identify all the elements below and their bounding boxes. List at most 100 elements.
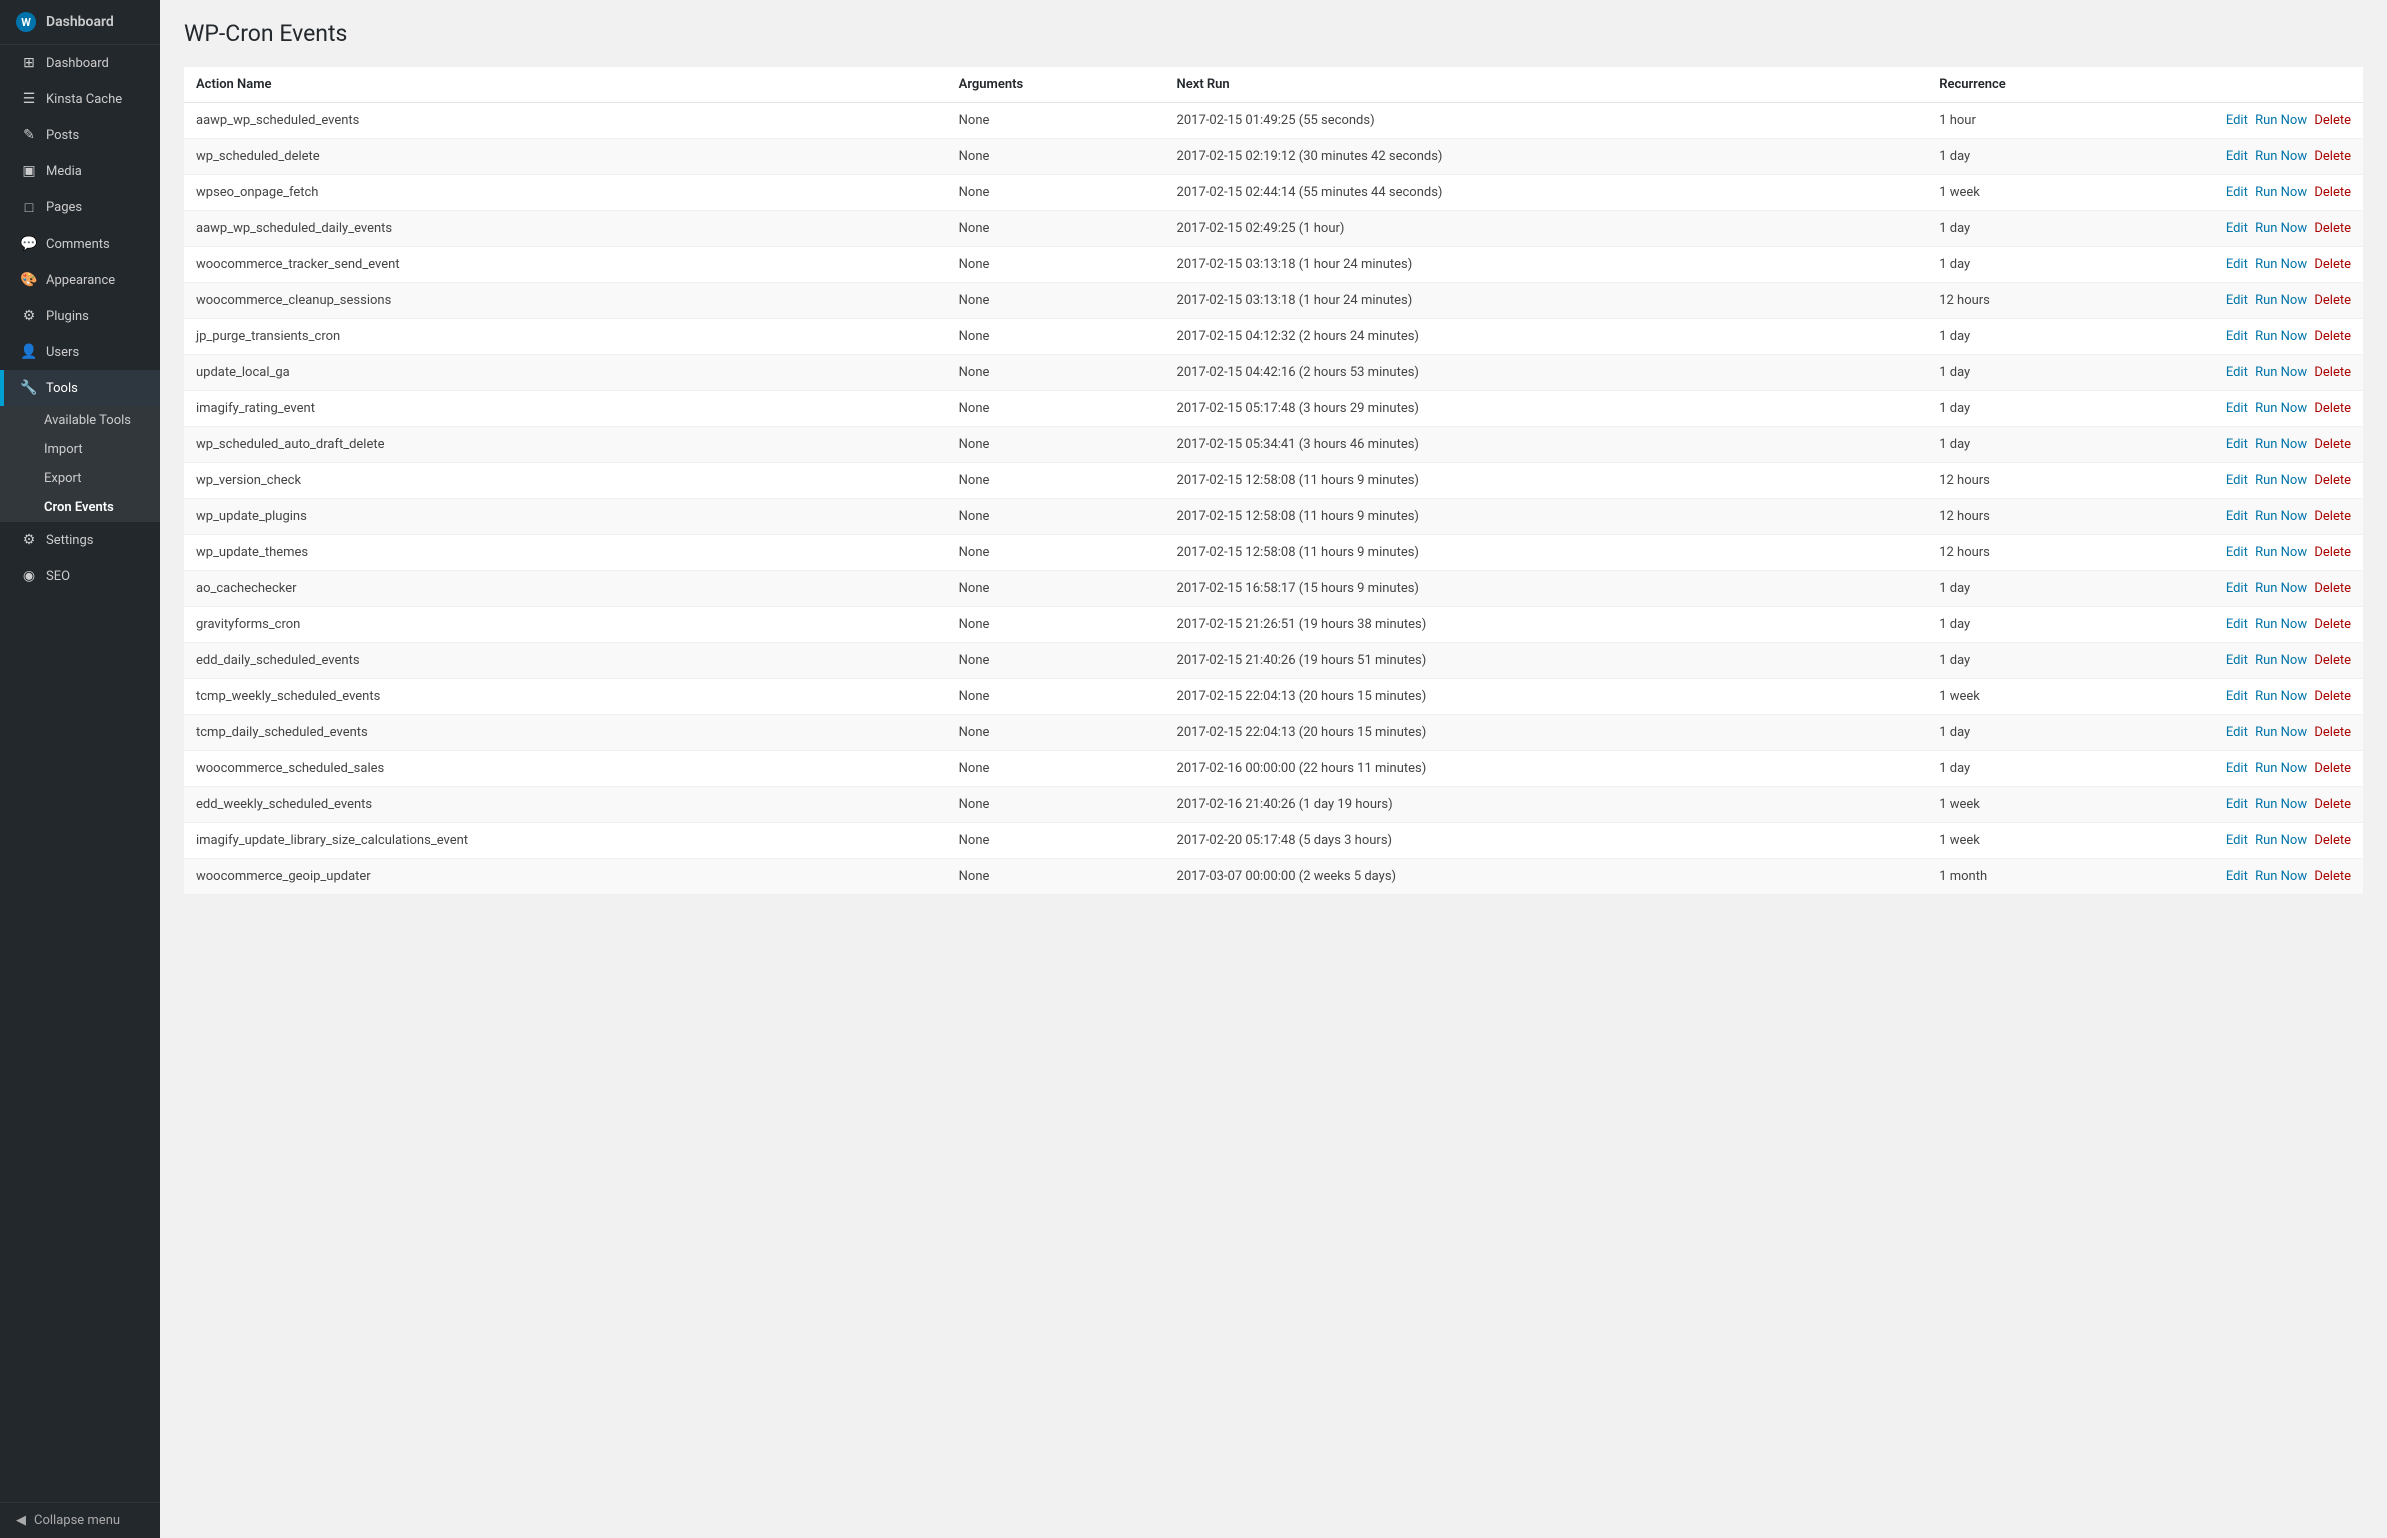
run-now-link[interactable]: Run Now xyxy=(2255,221,2307,236)
run-now-link[interactable]: Run Now xyxy=(2255,509,2307,524)
cell-recurrence: 1 day xyxy=(1927,427,2188,463)
delete-link[interactable]: Delete xyxy=(2314,221,2351,236)
run-now-link[interactable]: Run Now xyxy=(2255,329,2307,344)
cell-next-run: 2017-02-15 12:58:08 (11 hours 9 minutes) xyxy=(1165,535,1928,571)
run-now-link[interactable]: Run Now xyxy=(2255,293,2307,308)
delete-link[interactable]: Delete xyxy=(2314,833,2351,848)
edit-link[interactable]: Edit xyxy=(2226,329,2248,344)
delete-link[interactable]: Delete xyxy=(2314,725,2351,740)
run-now-link[interactable]: Run Now xyxy=(2255,545,2307,560)
submenu-import[interactable]: Import xyxy=(0,435,160,464)
sidebar-item-appearance[interactable]: 🎨 Appearance xyxy=(0,262,160,298)
delete-link[interactable]: Delete xyxy=(2314,653,2351,668)
sidebar-item-plugins[interactable]: ⚙ Plugins xyxy=(0,298,160,334)
sidebar-item-comments[interactable]: 💬 Comments xyxy=(0,226,160,262)
submenu-available-tools[interactable]: Available Tools xyxy=(0,406,160,435)
sidebar-nav: ⊞ Dashboard ☰ Kinsta Cache ✎ Posts ▣ Med… xyxy=(0,45,160,1502)
edit-link[interactable]: Edit xyxy=(2226,257,2248,272)
run-now-link[interactable]: Run Now xyxy=(2255,797,2307,812)
delete-link[interactable]: Delete xyxy=(2314,473,2351,488)
edit-link[interactable]: Edit xyxy=(2226,617,2248,632)
delete-link[interactable]: Delete xyxy=(2314,617,2351,632)
edit-link[interactable]: Edit xyxy=(2226,653,2248,668)
cell-recurrence: 12 hours xyxy=(1927,463,2188,499)
edit-link[interactable]: Edit xyxy=(2226,725,2248,740)
run-now-link[interactable]: Run Now xyxy=(2255,113,2307,128)
edit-link[interactable]: Edit xyxy=(2226,401,2248,416)
edit-link[interactable]: Edit xyxy=(2226,581,2248,596)
edit-link[interactable]: Edit xyxy=(2226,509,2248,524)
cell-row-actions: Edit Run Now Delete xyxy=(2189,715,2363,751)
edit-link[interactable]: Edit xyxy=(2226,113,2248,128)
run-now-link[interactable]: Run Now xyxy=(2255,869,2307,884)
sidebar-item-dashboard[interactable]: ⊞ Dashboard xyxy=(0,45,160,81)
delete-link[interactable]: Delete xyxy=(2314,149,2351,164)
edit-link[interactable]: Edit xyxy=(2226,545,2248,560)
run-now-link[interactable]: Run Now xyxy=(2255,401,2307,416)
edit-link[interactable]: Edit xyxy=(2226,221,2248,236)
cell-next-run: 2017-02-15 04:12:32 (2 hours 24 minutes) xyxy=(1165,319,1928,355)
delete-link[interactable]: Delete xyxy=(2314,437,2351,452)
collapse-menu-button[interactable]: ◀ Collapse menu xyxy=(0,1502,160,1538)
edit-link[interactable]: Edit xyxy=(2226,761,2248,776)
run-now-link[interactable]: Run Now xyxy=(2255,185,2307,200)
run-now-link[interactable]: Run Now xyxy=(2255,761,2307,776)
delete-link[interactable]: Delete xyxy=(2314,365,2351,380)
sidebar-item-kinsta-cache[interactable]: ☰ Kinsta Cache xyxy=(0,81,160,117)
submenu-export[interactable]: Export xyxy=(0,464,160,493)
table-row: edd_daily_scheduled_events None 2017-02-… xyxy=(184,643,2363,679)
delete-link[interactable]: Delete xyxy=(2314,761,2351,776)
run-now-link[interactable]: Run Now xyxy=(2255,149,2307,164)
edit-link[interactable]: Edit xyxy=(2226,689,2248,704)
col-header-action-name: Action Name xyxy=(184,67,947,103)
edit-link[interactable]: Edit xyxy=(2226,437,2248,452)
run-now-link[interactable]: Run Now xyxy=(2255,725,2307,740)
delete-link[interactable]: Delete xyxy=(2314,509,2351,524)
delete-link[interactable]: Delete xyxy=(2314,797,2351,812)
cell-next-run: 2017-02-20 05:17:48 (5 days 3 hours) xyxy=(1165,823,1928,859)
run-now-link[interactable]: Run Now xyxy=(2255,365,2307,380)
edit-link[interactable]: Edit xyxy=(2226,797,2248,812)
edit-link[interactable]: Edit xyxy=(2226,833,2248,848)
run-now-link[interactable]: Run Now xyxy=(2255,653,2307,668)
delete-link[interactable]: Delete xyxy=(2314,185,2351,200)
cell-next-run: 2017-02-15 05:17:48 (3 hours 29 minutes) xyxy=(1165,391,1928,427)
delete-link[interactable]: Delete xyxy=(2314,113,2351,128)
cell-row-actions: Edit Run Now Delete xyxy=(2189,823,2363,859)
delete-link[interactable]: Delete xyxy=(2314,689,2351,704)
edit-link[interactable]: Edit xyxy=(2226,365,2248,380)
delete-link[interactable]: Delete xyxy=(2314,581,2351,596)
sidebar-logo[interactable]: W Dashboard xyxy=(0,0,160,45)
run-now-link[interactable]: Run Now xyxy=(2255,581,2307,596)
cell-row-actions: Edit Run Now Delete xyxy=(2189,211,2363,247)
cell-next-run: 2017-02-15 02:49:25 (1 hour) xyxy=(1165,211,1928,247)
run-now-link[interactable]: Run Now xyxy=(2255,473,2307,488)
edit-link[interactable]: Edit xyxy=(2226,293,2248,308)
run-now-link[interactable]: Run Now xyxy=(2255,437,2307,452)
sidebar-item-posts[interactable]: ✎ Posts xyxy=(0,117,160,153)
cell-next-run: 2017-02-15 02:44:14 (55 minutes 44 secon… xyxy=(1165,175,1928,211)
sidebar-item-settings[interactable]: ⚙ Settings xyxy=(0,522,160,558)
edit-link[interactable]: Edit xyxy=(2226,473,2248,488)
edit-link[interactable]: Edit xyxy=(2226,185,2248,200)
sidebar-item-media[interactable]: ▣ Media xyxy=(0,153,160,189)
run-now-link[interactable]: Run Now xyxy=(2255,833,2307,848)
submenu-cron-events[interactable]: Cron Events xyxy=(0,493,160,522)
sidebar-item-tools[interactable]: 🔧 Tools xyxy=(0,370,160,406)
delete-link[interactable]: Delete xyxy=(2314,545,2351,560)
edit-link[interactable]: Edit xyxy=(2226,149,2248,164)
run-now-link[interactable]: Run Now xyxy=(2255,617,2307,632)
delete-link[interactable]: Delete xyxy=(2314,869,2351,884)
edit-link[interactable]: Edit xyxy=(2226,869,2248,884)
delete-link[interactable]: Delete xyxy=(2314,401,2351,416)
sidebar-item-pages[interactable]: □ Pages xyxy=(0,189,160,226)
sidebar-item-seo[interactable]: ◉ SEO xyxy=(0,558,160,594)
delete-link[interactable]: Delete xyxy=(2314,293,2351,308)
delete-link[interactable]: Delete xyxy=(2314,257,2351,272)
delete-link[interactable]: Delete xyxy=(2314,329,2351,344)
cell-action-name: tcmp_daily_scheduled_events xyxy=(184,715,947,751)
sidebar-item-users[interactable]: 👤 Users xyxy=(0,334,160,370)
tools-submenu: Available Tools Import Export Cron Event… xyxy=(0,406,160,522)
run-now-link[interactable]: Run Now xyxy=(2255,257,2307,272)
run-now-link[interactable]: Run Now xyxy=(2255,689,2307,704)
